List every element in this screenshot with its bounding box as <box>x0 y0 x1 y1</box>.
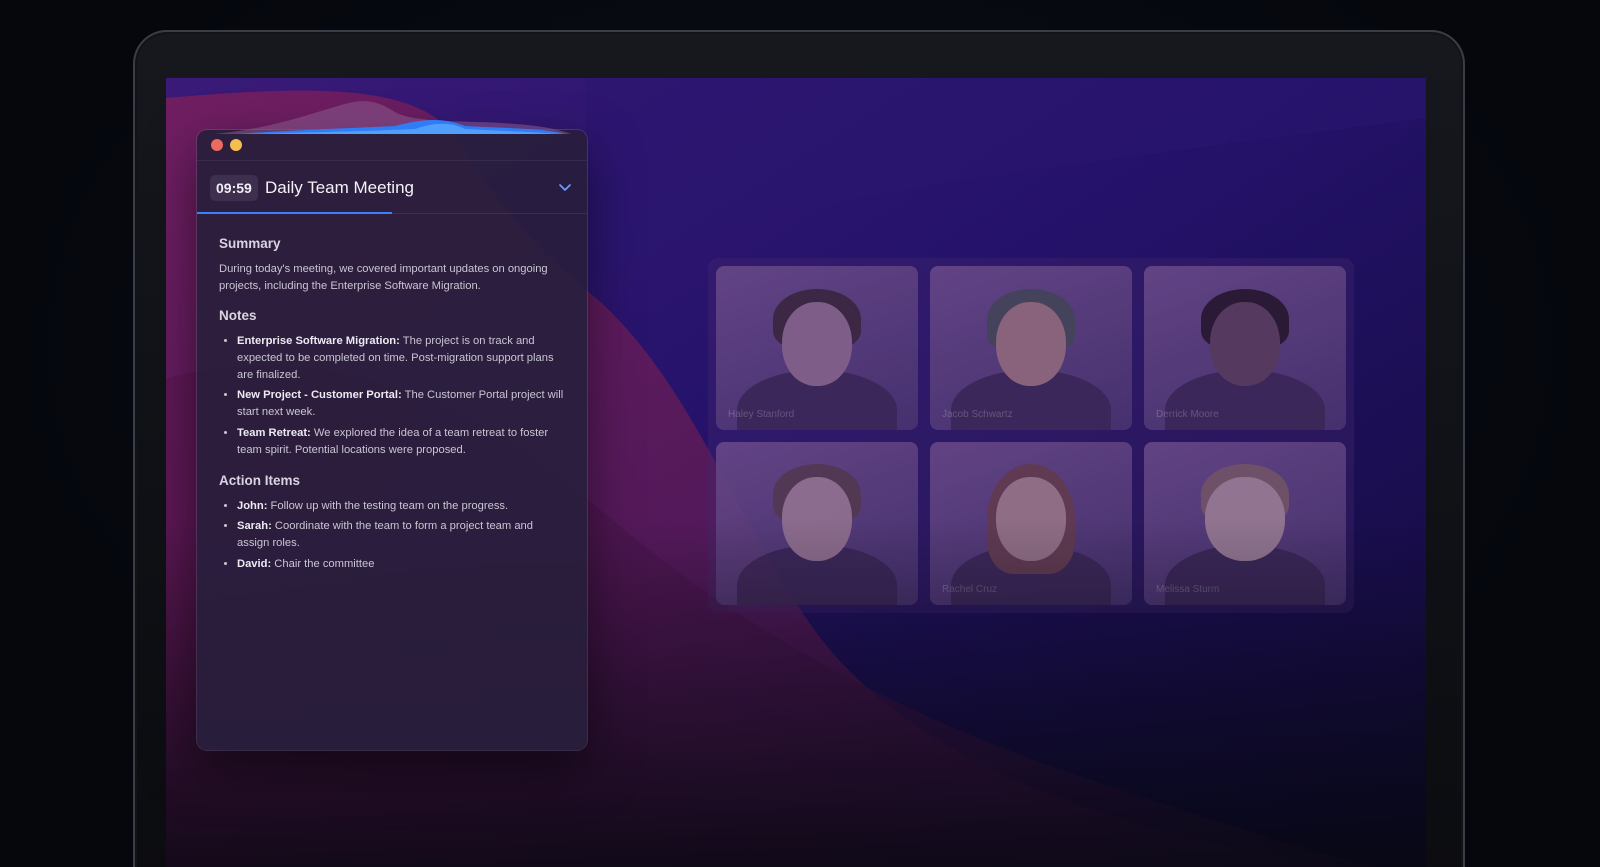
list-item: Team Retreat: We explored the idea of a … <box>237 425 565 459</box>
participant-name: Derrick Moore <box>1156 408 1219 420</box>
list-item: Enterprise Software Migration: The proje… <box>237 333 565 383</box>
list-item: John: Follow up with the testing team on… <box>237 498 565 515</box>
list-item: Sarah: Coordinate with the team to form … <box>237 518 565 552</box>
chevron-down-icon[interactable] <box>557 179 573 195</box>
marketing-stage: Haley Stanford Jacob Schwartz Derrick Mo… <box>0 0 1600 867</box>
notes-list: Enterprise Software Migration: The proje… <box>219 333 565 459</box>
note-label: Team Retreat: <box>237 426 311 439</box>
participant-name: Rachel Cruz <box>942 584 998 595</box>
summary-text: During today's meeting, we covered impor… <box>219 263 548 292</box>
summary-heading: Summary <box>219 236 281 251</box>
participant-tile[interactable]: Derrick Moore <box>1144 266 1346 430</box>
participant-tile[interactable]: Jacob Schwartz <box>930 266 1132 430</box>
participant-face <box>996 477 1066 562</box>
audio-waveform <box>215 101 571 134</box>
action-items-list: John: Follow up with the testing team on… <box>219 498 565 573</box>
participant-tile[interactable]: Rachel Cruz <box>930 441 1132 605</box>
list-item: David: Chair the committee <box>237 556 565 573</box>
assignee-label: John: <box>237 499 268 512</box>
action-text: Coordinate with the team to form a proje… <box>237 520 534 550</box>
meeting-header[interactable]: 09:59 Daily Team Meeting <box>197 161 587 214</box>
action-items-heading: Action Items <box>219 472 301 488</box>
list-item: New Project - Customer Portal: The Custo… <box>237 387 565 421</box>
video-call-grid: Haley Stanford Jacob Schwartz Derrick Mo… <box>708 258 1354 613</box>
action-text: Follow up with the testing team on the p… <box>267 499 509 512</box>
meeting-progress-bar <box>197 212 392 214</box>
minimize-window-button[interactable] <box>230 139 242 151</box>
meeting-notes-window: 09:59 Daily Team Meeting Summary During … <box>197 101 587 750</box>
participant-face <box>1210 301 1280 386</box>
participant-name: Haley Stanford <box>728 408 795 420</box>
window-titlebar <box>197 130 587 161</box>
participant-tile[interactable]: Melissa Sturm <box>1144 441 1346 605</box>
meeting-timer: 09:59 <box>210 175 258 201</box>
meeting-notes-content: Summary During today's meeting, we cover… <box>197 214 587 573</box>
notes-heading: Notes <box>219 308 257 323</box>
participant-name: Melissa Sturm <box>1156 584 1220 595</box>
participant-name: Jacob Schwartz <box>942 408 1013 420</box>
assignee-label: Sarah: <box>237 520 272 533</box>
participant-tile[interactable]: Haley Stanford <box>716 266 918 430</box>
note-label: Enterprise Software Migration: <box>237 335 400 347</box>
note-label: New Project - Customer Portal: <box>237 389 402 402</box>
action-text: Chair the committee <box>271 557 375 570</box>
close-window-button[interactable] <box>211 139 223 151</box>
participant-face <box>782 477 852 562</box>
participant-face <box>996 301 1066 386</box>
meeting-title: Daily Team Meeting <box>265 178 414 197</box>
assignee-label: David: <box>237 557 272 570</box>
participant-face <box>1205 477 1285 562</box>
participant-face <box>782 301 852 386</box>
participant-tile[interactable] <box>716 441 918 605</box>
